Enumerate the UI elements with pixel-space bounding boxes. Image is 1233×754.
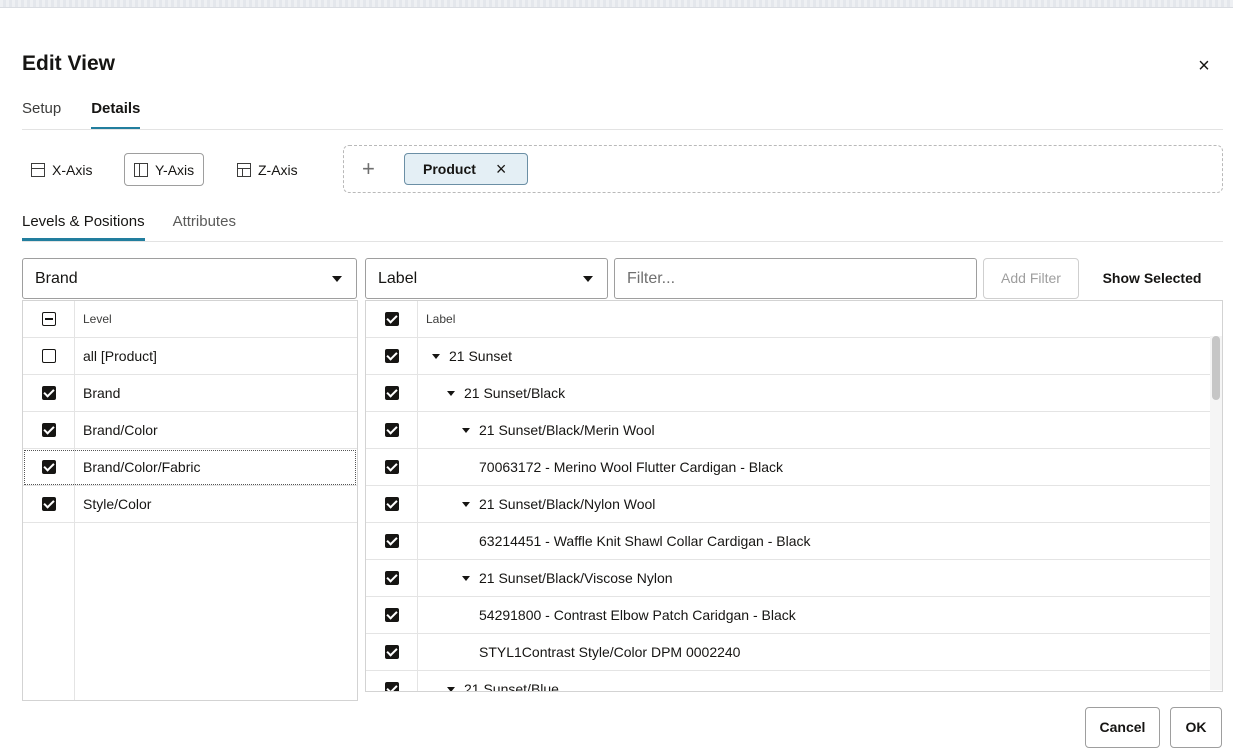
position-label: 70063172 - Merino Wool Flutter Cardigan … — [479, 459, 784, 475]
table-row[interactable]: 21 Sunset/Black/Merin Wool — [366, 412, 1222, 449]
level-label: Brand — [83, 385, 121, 401]
position-label: 21 Sunset/Black — [464, 385, 566, 401]
label-select[interactable]: Label — [365, 258, 608, 299]
chevron-down-icon — [583, 276, 593, 282]
tab-setup[interactable]: Setup — [22, 100, 61, 130]
positions-header-label: Label — [426, 312, 456, 326]
position-label: 63214451 - Waffle Knit Shawl Collar Card… — [479, 533, 811, 549]
position-label: 21 Sunset/Black/Merin Wool — [479, 422, 655, 438]
filter-input[interactable] — [614, 258, 977, 299]
position-label: 21 Sunset/Blue — [464, 681, 559, 692]
main-tabs: Setup Details — [22, 100, 170, 130]
table-row[interactable]: Brand — [23, 375, 357, 412]
tab-levels-positions[interactable]: Levels & Positions — [22, 213, 145, 241]
tab-attributes[interactable]: Attributes — [173, 213, 236, 241]
row-checkbox[interactable] — [41, 349, 56, 363]
expand-triangle-icon[interactable] — [447, 686, 455, 691]
dimension-chip-product[interactable]: Product × — [404, 153, 528, 185]
level-label: Style/Color — [83, 496, 152, 512]
positions-header-row: Label — [366, 301, 1222, 338]
table-row[interactable]: Brand/Color — [23, 412, 357, 449]
add-dimension-icon[interactable]: + — [362, 158, 375, 180]
row-checkbox[interactable] — [384, 608, 399, 622]
expand-triangle-icon[interactable] — [462, 427, 470, 433]
y-axis-icon — [134, 162, 148, 177]
select-all-levels-checkbox[interactable] — [41, 312, 56, 326]
tab-details[interactable]: Details — [91, 100, 141, 130]
remove-chip-icon[interactable]: × — [496, 159, 507, 180]
main-tabs-divider — [22, 129, 1223, 130]
chevron-down-icon — [332, 276, 342, 282]
row-checkbox[interactable] — [384, 460, 399, 474]
table-row[interactable]: all [Product] — [23, 338, 357, 375]
sub-tabs: Levels & Positions Attributes — [22, 213, 264, 241]
show-selected-button[interactable]: Show Selected — [1092, 258, 1212, 299]
chip-label: Product — [423, 161, 476, 177]
table-row[interactable]: 21 Sunset/Black — [366, 375, 1222, 412]
table-row[interactable]: 21 Sunset/Black/Viscose Nylon — [366, 560, 1222, 597]
levels-table: Level all [Product] Brand Brand/Color Br… — [22, 300, 358, 701]
select-all-positions-checkbox[interactable] — [384, 312, 399, 326]
expand-triangle-icon[interactable] — [462, 501, 470, 507]
table-row[interactable]: STYL1Contrast Style/Color DPM 0002240 — [366, 634, 1222, 671]
table-row[interactable]: 21 Sunset/Blue — [366, 671, 1222, 692]
levels-header-row: Level — [23, 301, 357, 338]
level-select[interactable]: Brand — [22, 258, 357, 299]
add-filter-button[interactable]: Add Filter — [983, 258, 1079, 299]
position-label: 21 Sunset/Black/Nylon Wool — [479, 496, 656, 512]
position-label: 21 Sunset — [449, 348, 513, 364]
window-top-strip — [0, 0, 1233, 8]
z-axis-icon — [237, 162, 251, 177]
table-row[interactable]: 54291800 - Contrast Elbow Patch Caridgan… — [366, 597, 1222, 634]
column-divider — [74, 523, 75, 700]
table-row[interactable]: 63214451 - Waffle Knit Shawl Collar Card… — [366, 523, 1222, 560]
row-checkbox[interactable] — [384, 386, 399, 400]
position-label: STYL1Contrast Style/Color DPM 0002240 — [479, 644, 741, 660]
expand-triangle-icon[interactable] — [462, 575, 470, 581]
positions-table: Label 21 Sunset 21 Sunset/Black 21 Sunse… — [365, 300, 1223, 692]
x-axis-icon — [31, 162, 45, 177]
dialog-title: Edit View — [22, 52, 115, 75]
table-row[interactable]: Style/Color — [23, 486, 357, 523]
row-checkbox[interactable] — [384, 682, 399, 691]
row-checkbox[interactable] — [384, 645, 399, 659]
level-select-value: Brand — [35, 269, 78, 287]
level-label: all [Product] — [83, 348, 157, 364]
level-label: Brand/Color/Fabric — [83, 459, 201, 475]
row-checkbox[interactable] — [41, 423, 56, 437]
row-checkbox[interactable] — [384, 349, 399, 363]
y-axis-button[interactable]: Y-Axis — [124, 153, 205, 186]
label-select-value: Label — [378, 269, 418, 287]
cancel-button[interactable]: Cancel — [1085, 707, 1160, 748]
scrollbar-thumb[interactable] — [1212, 336, 1220, 400]
table-row[interactable]: 21 Sunset — [366, 338, 1222, 375]
row-checkbox[interactable] — [41, 460, 56, 474]
level-label: Brand/Color — [83, 422, 158, 438]
x-axis-label: X-Axis — [52, 161, 93, 178]
x-axis-button[interactable]: X-Axis — [22, 153, 101, 186]
row-checkbox[interactable] — [384, 423, 399, 437]
table-row[interactable]: Brand/Color/Fabric — [23, 449, 357, 486]
row-checkbox[interactable] — [41, 497, 56, 511]
row-checkbox[interactable] — [41, 386, 56, 400]
table-row[interactable]: 21 Sunset/Black/Nylon Wool — [366, 486, 1222, 523]
y-axis-label: Y-Axis — [155, 161, 195, 178]
positions-scrollbar[interactable] — [1210, 336, 1222, 690]
expand-triangle-icon[interactable] — [432, 353, 440, 359]
z-axis-label: Z-Axis — [258, 161, 298, 178]
row-checkbox[interactable] — [384, 534, 399, 548]
position-label: 21 Sunset/Black/Viscose Nylon — [479, 570, 673, 586]
row-checkbox[interactable] — [384, 497, 399, 511]
sub-tabs-divider — [22, 241, 1223, 242]
table-row[interactable]: 70063172 - Merino Wool Flutter Cardigan … — [366, 449, 1222, 486]
ok-button[interactable]: OK — [1170, 707, 1222, 748]
z-axis-button[interactable]: Z-Axis — [228, 153, 307, 186]
position-label: 54291800 - Contrast Elbow Patch Caridgan… — [479, 607, 796, 623]
close-icon[interactable]: × — [1192, 54, 1216, 78]
row-checkbox[interactable] — [384, 571, 399, 585]
levels-header-label: Level — [83, 312, 112, 326]
expand-triangle-icon[interactable] — [447, 390, 455, 396]
